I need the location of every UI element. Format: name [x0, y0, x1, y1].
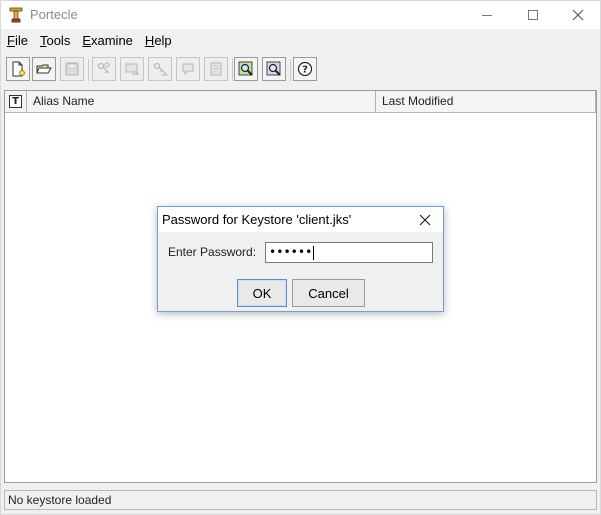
dialog-title-bar[interactable]: Password for Keystore 'client.jks': [158, 207, 443, 232]
menu-examine-label: xamine: [91, 33, 133, 48]
help-button[interactable]: ?: [293, 57, 317, 81]
examine-ssl-button[interactable]: [262, 57, 286, 81]
menu-tools-label: ools: [46, 33, 71, 48]
status-bar: No keystore loaded: [4, 490, 597, 510]
toolbar-separator: [232, 59, 233, 81]
menu-examine[interactable]: Examine: [76, 30, 139, 52]
open-folder-icon: [36, 64, 52, 74]
menu-file-label: ile: [14, 33, 28, 48]
close-window-button[interactable]: [555, 1, 601, 29]
examine-certificate-button[interactable]: [234, 57, 258, 81]
save-disk-icon: [65, 62, 79, 76]
status-text: No keystore loaded: [8, 493, 112, 507]
import-keypair-button[interactable]: [148, 57, 172, 81]
menu-help[interactable]: Help: [139, 30, 178, 52]
close-icon: [419, 214, 431, 226]
new-keystore-button[interactable]: [6, 57, 30, 81]
toolbar-separator: [290, 59, 291, 81]
examine-ssl-icon: [266, 61, 281, 76]
maximize-icon: [528, 10, 538, 20]
help-icon: ?: [297, 61, 313, 77]
new-document-icon: [12, 61, 25, 77]
open-keystore-button[interactable]: [32, 57, 56, 81]
menu-tools[interactable]: Tools: [34, 30, 76, 52]
save-keystore-button[interactable]: [60, 57, 84, 81]
svg-text:?: ?: [302, 65, 308, 76]
password-label: Enter Password:: [168, 245, 257, 259]
import-keypair-icon: [153, 62, 168, 76]
password-input[interactable]: ••••••: [265, 242, 433, 263]
menu-help-mnemonic: H: [144, 33, 155, 48]
password-dialog: Password for Keystore 'client.jks' Enter…: [157, 206, 444, 312]
toolbar-separator: [88, 59, 89, 81]
toolbar: ?: [1, 55, 600, 85]
main-window: Portecle File Tools Examine Help ? T Ali…: [0, 0, 601, 515]
import-trusted-cert-button[interactable]: [120, 57, 144, 81]
entry-type-icon: T: [9, 95, 22, 108]
ok-button[interactable]: OK: [237, 279, 287, 307]
title-bar[interactable]: Portecle: [1, 1, 600, 29]
column-header-last-modified[interactable]: Last Modified: [376, 91, 596, 112]
portecle-app-icon: [9, 7, 23, 23]
password-value: ••••••: [269, 245, 313, 259]
import-cert-icon: [125, 63, 140, 75]
column-header-alias-name[interactable]: Alias Name: [27, 91, 376, 112]
menu-bar: File Tools Examine Help: [1, 30, 600, 52]
cancel-button[interactable]: Cancel: [292, 279, 365, 307]
column-header-type[interactable]: T: [5, 91, 27, 112]
examine-cert-icon: [238, 61, 253, 76]
close-icon: [572, 9, 584, 21]
password-icon: [182, 63, 194, 76]
text-caret: [313, 245, 315, 260]
dialog-title: Password for Keystore 'client.jks': [162, 212, 352, 227]
generate-keypair-button[interactable]: [92, 57, 116, 81]
menu-help-label: elp: [154, 33, 172, 48]
dialog-close-button[interactable]: [416, 211, 434, 229]
window-title: Portecle: [30, 7, 78, 22]
menu-examine-mnemonic: E: [82, 33, 91, 48]
report-icon: [210, 62, 222, 76]
minimize-icon: [482, 14, 492, 16]
keypair-icon: [97, 62, 110, 74]
maximize-button[interactable]: [510, 1, 556, 29]
set-keystore-password-button[interactable]: [176, 57, 200, 81]
table-header: T Alias Name Last Modified: [5, 91, 596, 113]
menu-file-mnemonic: F: [7, 33, 15, 48]
keystore-report-button[interactable]: [204, 57, 228, 81]
menu-file[interactable]: File: [1, 30, 34, 52]
minimize-button[interactable]: [464, 1, 510, 29]
